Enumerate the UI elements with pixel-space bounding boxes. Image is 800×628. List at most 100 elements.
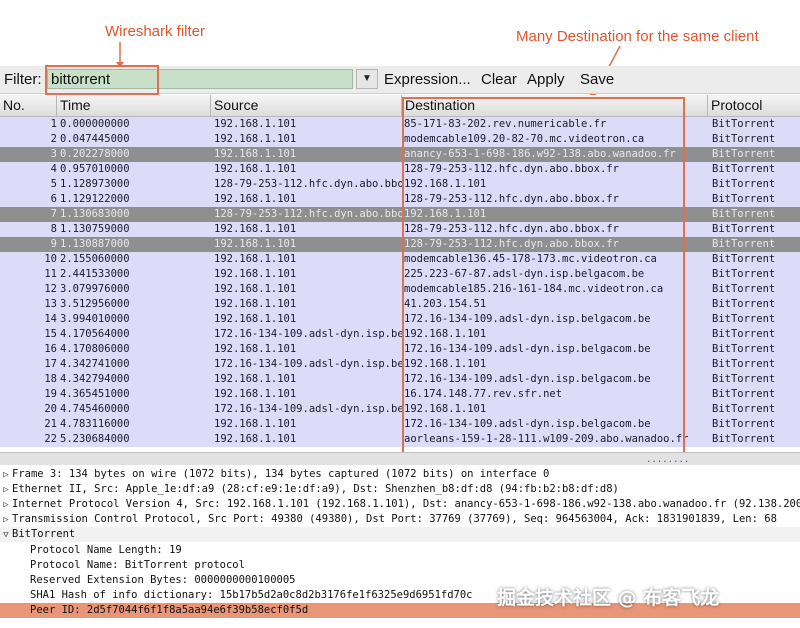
filter-label: Filter: <box>4 71 42 88</box>
column-header-time[interactable]: Time <box>57 95 211 116</box>
cell-time: 0.047445000 <box>60 133 130 145</box>
detail-line[interactable]: ▽ BitTorrent <box>0 527 800 542</box>
cell-no: 21 <box>44 418 57 430</box>
cell-protocol: BitTorrent <box>712 343 776 355</box>
cell-protocol: BitTorrent <box>712 328 776 340</box>
cell-no: 12 <box>44 283 57 295</box>
detail-text: Transmission Control Protocol, Src Port:… <box>12 513 777 525</box>
column-header-no[interactable]: No. <box>0 95 57 116</box>
cell-protocol: BitTorrent <box>712 118 776 130</box>
column-header-protocol[interactable]: Protocol <box>708 95 800 116</box>
cell-time: 0.957010000 <box>60 163 130 175</box>
cell-source: 192.168.1.101 <box>214 148 297 160</box>
detail-text: Ethernet II, Src: Apple_1e:df:a9 (28:cf:… <box>12 483 619 495</box>
cell-time: 2.155060000 <box>60 253 130 265</box>
cell-protocol: BitTorrent <box>712 283 776 295</box>
cell-time: 1.130683000 <box>60 208 130 220</box>
cell-source: 128-79-253-112.hfc.dyn.abo.bbox.fr <box>214 178 402 190</box>
cell-no: 8 <box>50 223 57 235</box>
cell-no: 14 <box>44 313 57 325</box>
cell-no: 18 <box>44 373 57 385</box>
cell-protocol: BitTorrent <box>712 388 776 400</box>
cell-no: 4 <box>50 163 57 175</box>
cell-source: 192.168.1.101 <box>214 373 297 385</box>
column-header-source[interactable]: Source <box>211 95 402 116</box>
detail-text: Frame 3: 134 bytes on wire (1072 bits), … <box>12 468 550 480</box>
detail-line[interactable]: ▷ Frame 3: 134 bytes on wire (1072 bits),… <box>0 467 800 482</box>
cell-protocol: BitTorrent <box>712 163 776 175</box>
destination-annotation: Many Destination for the same client <box>516 28 759 45</box>
filter-dropdown-button[interactable]: ▼ <box>356 69 378 89</box>
cell-time: 2.441533000 <box>60 268 130 280</box>
cell-protocol: BitTorrent <box>712 403 776 415</box>
cell-protocol: BitTorrent <box>712 133 776 145</box>
cell-time: 4.365451000 <box>60 388 130 400</box>
collapsed-triangle-icon[interactable]: ▷ <box>0 498 12 513</box>
cell-protocol: BitTorrent <box>712 223 776 235</box>
cell-protocol: BitTorrent <box>712 193 776 205</box>
clear-button[interactable]: Clear <box>481 71 517 88</box>
chevron-down-icon: ▼ <box>362 73 372 84</box>
cell-no: 13 <box>44 298 57 310</box>
cell-no: 19 <box>44 388 57 400</box>
cell-time: 0.202278000 <box>60 148 130 160</box>
cell-time: 3.512956000 <box>60 298 130 310</box>
cell-source: 172.16-134-109.adsl-dyn.isp.belgacom.be <box>214 328 402 340</box>
detail-line[interactable]: ▷ Internet Protocol Version 4, Src: 192.1… <box>0 497 800 512</box>
cell-source: 128-79-253-112.hfc.dyn.abo.bbox.fr <box>214 208 402 220</box>
cell-protocol: BitTorrent <box>712 178 776 190</box>
detail-line[interactable]: Protocol Name: BitTorrent protocol <box>0 558 800 573</box>
detail-line[interactable]: Protocol Name Length: 19 <box>0 543 800 558</box>
cell-protocol: BitTorrent <box>712 418 776 430</box>
detail-text: Peer ID: 2d5f7044f6f1f8a5aa94e6f39b58ecf… <box>30 604 309 616</box>
cell-time: 5.230684000 <box>60 433 130 445</box>
detail-line[interactable]: ▷ Transmission Control Protocol, Src Port… <box>0 512 800 527</box>
cell-time: 4.745460000 <box>60 403 130 415</box>
filter-highlight-box <box>45 65 159 95</box>
cell-source: 192.168.1.101 <box>214 283 297 295</box>
cell-time: 1.128973000 <box>60 178 130 190</box>
detail-line[interactable]: ▷ Ethernet II, Src: Apple_1e:df:a9 (28:cf… <box>0 482 800 497</box>
cell-no: 10 <box>44 253 57 265</box>
cell-protocol: BitTorrent <box>712 358 776 370</box>
cell-time: 1.129122000 <box>60 193 130 205</box>
cell-time: 4.342741000 <box>60 358 130 370</box>
collapsed-triangle-icon[interactable]: ▷ <box>0 483 12 498</box>
pane-divider[interactable]: ........ <box>0 452 800 466</box>
collapsed-triangle-icon[interactable]: ▷ <box>0 513 12 528</box>
destination-highlight-box <box>402 97 685 459</box>
cell-source: 192.168.1.101 <box>214 223 297 235</box>
drag-grip-icon[interactable]: ........ <box>646 455 689 465</box>
cell-protocol: BitTorrent <box>712 208 776 220</box>
cell-source: 192.168.1.101 <box>214 268 297 280</box>
cell-no: 16 <box>44 343 57 355</box>
cell-protocol: BitTorrent <box>712 148 776 160</box>
cell-source: 192.168.1.101 <box>214 343 297 355</box>
detail-text: Internet Protocol Version 4, Src: 192.16… <box>12 498 800 510</box>
cell-source: 172.16-134-109.adsl-dyn.isp.belgacom.be <box>214 358 402 370</box>
cell-time: 3.994010000 <box>60 313 130 325</box>
cell-time: 0.000000000 <box>60 118 130 130</box>
cell-time: 1.130887000 <box>60 238 130 250</box>
cell-time: 4.783116000 <box>60 418 130 430</box>
cell-time: 4.342794000 <box>60 373 130 385</box>
collapsed-triangle-icon[interactable]: ▷ <box>0 468 12 483</box>
detail-text: SHA1 Hash of info dictionary: 15b17b5d2a… <box>30 589 473 601</box>
cell-no: 17 <box>44 358 57 370</box>
cell-source: 192.168.1.101 <box>214 298 297 310</box>
expanded-triangle-icon[interactable]: ▽ <box>0 528 12 543</box>
cell-no: 15 <box>44 328 57 340</box>
cell-source: 192.168.1.101 <box>214 118 297 130</box>
cell-time: 4.170564000 <box>60 328 130 340</box>
cell-protocol: BitTorrent <box>712 433 776 445</box>
apply-button[interactable]: Apply <box>527 71 565 88</box>
cell-no: 3 <box>50 148 57 160</box>
cell-no: 9 <box>50 238 57 250</box>
save-button[interactable]: Save <box>580 71 614 88</box>
cell-protocol: BitTorrent <box>712 313 776 325</box>
cell-source: 192.168.1.101 <box>214 418 297 430</box>
cell-source: 192.168.1.101 <box>214 193 297 205</box>
expression-button[interactable]: Expression... <box>384 71 471 88</box>
detail-text: Reserved Extension Bytes: 00000000001000… <box>30 574 296 586</box>
cell-source: 192.168.1.101 <box>214 238 297 250</box>
